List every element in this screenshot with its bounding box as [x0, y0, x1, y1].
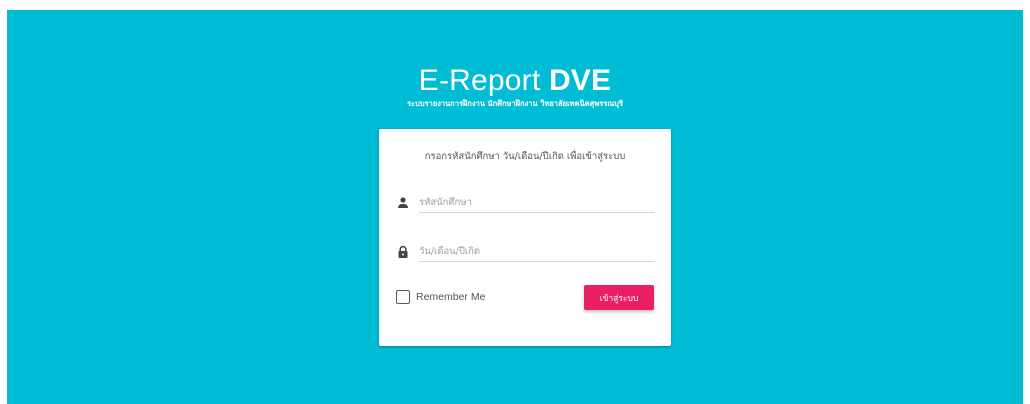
birthdate-input[interactable] [419, 241, 655, 262]
login-card: กรอกรหัสนักศึกษา วัน/เดือน/ปีเกิด เพื่อเ… [379, 129, 671, 346]
app-subtitle: ระบบรายงานการฝึกงาน นักศึกษาฝึกงาน วิทยา… [407, 99, 623, 108]
login-message: กรอกรหัสนักศึกษา วัน/เดือน/ปีเกิด เพื่อเ… [424, 151, 626, 162]
lock-icon [397, 244, 409, 258]
logo: E-Report DVE ระบบรายงานการฝึกงาน นักศึกษ… [0, 64, 1030, 109]
student-id-input[interactable] [419, 192, 655, 213]
login-button[interactable]: เข้าสู่ระบบ [584, 285, 654, 310]
username-field [397, 192, 655, 214]
password-field [397, 241, 655, 263]
remember-me[interactable]: Remember Me [396, 289, 485, 305]
remember-me-label: Remember Me [416, 291, 486, 303]
person-icon [397, 195, 409, 209]
remember-me-checkbox[interactable] [396, 290, 410, 304]
app-title: E-Report DVE [0, 64, 1030, 98]
app-title-bold: DVE [548, 64, 612, 97]
app-title-light: E-Report [418, 64, 549, 97]
